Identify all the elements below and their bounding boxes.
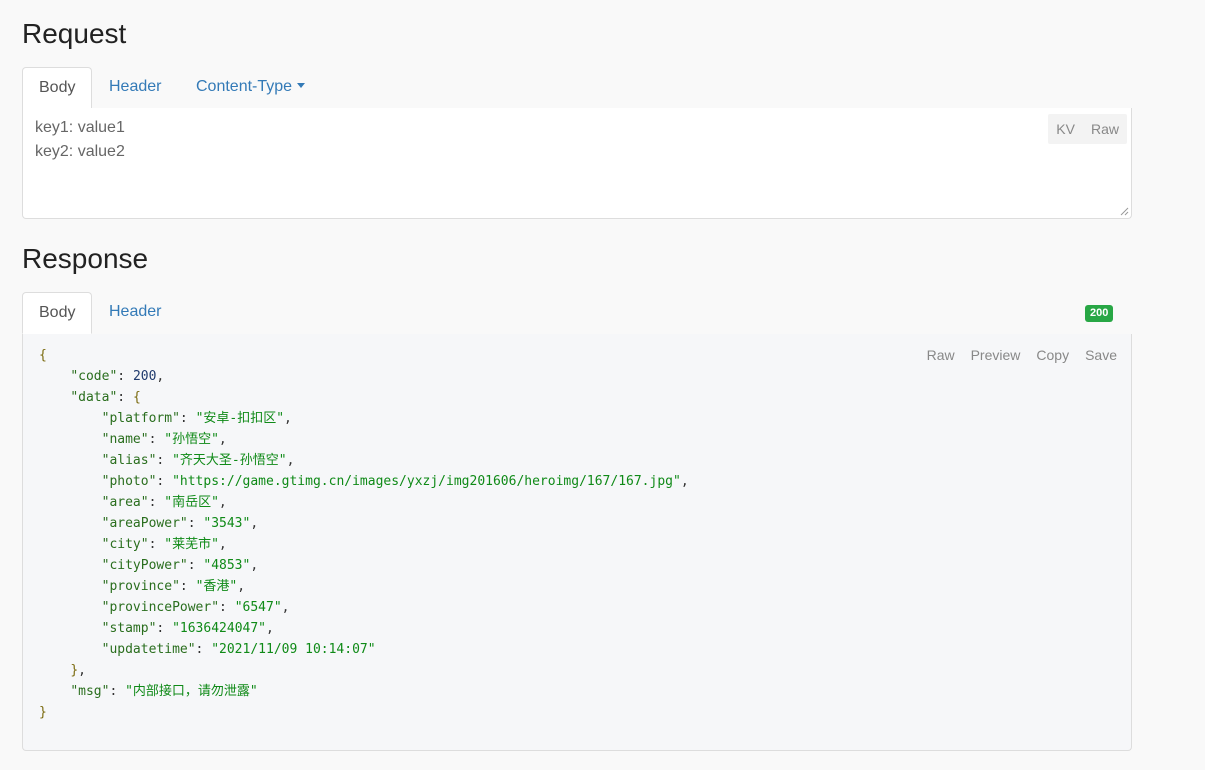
json-line: "provincePower": "6547", bbox=[101, 600, 290, 615]
json-line: { bbox=[39, 345, 689, 366]
json-string: "4853" bbox=[203, 558, 251, 573]
json-key: "name" bbox=[101, 432, 149, 447]
json-line: "data": { bbox=[70, 390, 141, 405]
raw-mode-button[interactable]: Raw bbox=[1083, 114, 1127, 144]
json-line: "alias": "齐天大圣-孙悟空", bbox=[101, 453, 295, 468]
tab-response-body[interactable]: Body bbox=[22, 292, 92, 334]
json-line: "msg": "内部接口，请勿泄露" bbox=[70, 684, 258, 699]
json-key: "photo" bbox=[101, 474, 157, 489]
json-line: "platform": "安卓-扣扣区", bbox=[101, 411, 292, 426]
raw-button[interactable]: Raw bbox=[919, 340, 963, 370]
json-string: "香港" bbox=[195, 579, 238, 594]
json-line: "updatetime": "2021/11/09 10:14:07" bbox=[101, 642, 376, 657]
request-body-editor[interactable]: key1: value1 key2: value2 KV Raw bbox=[22, 108, 1132, 219]
json-string: "孙悟空" bbox=[164, 432, 219, 447]
json-string: "南岳区" bbox=[164, 495, 219, 510]
json-string: "6547" bbox=[234, 600, 282, 615]
json-line: "photo": "https://game.gtimg.cn/images/y… bbox=[101, 474, 689, 489]
response-json: { "code": 200, "data": { "platform": "安卓… bbox=[39, 345, 689, 723]
json-key: "areaPower" bbox=[101, 516, 188, 531]
json-brace: { bbox=[132, 390, 141, 405]
json-string: "https://game.gtimg.cn/images/yxzj/img20… bbox=[172, 474, 681, 489]
tab-content-type[interactable]: Content-Type bbox=[180, 67, 321, 108]
caret-down-icon bbox=[297, 82, 306, 88]
request-mode-toggle: KV Raw bbox=[1048, 114, 1127, 144]
copy-button[interactable]: Copy bbox=[1028, 340, 1077, 370]
json-key: "platform" bbox=[101, 411, 180, 426]
json-key: "cityPower" bbox=[101, 558, 188, 573]
json-key: "msg" bbox=[70, 684, 110, 699]
json-key: "city" bbox=[101, 537, 149, 552]
status-badge: 200 bbox=[1085, 305, 1114, 322]
json-line: "name": "孙悟空", bbox=[101, 432, 227, 447]
save-button[interactable]: Save bbox=[1077, 340, 1125, 370]
tab-request-body[interactable]: Body bbox=[22, 67, 92, 109]
tab-response-header[interactable]: Header bbox=[93, 292, 177, 333]
json-string: "1636424047" bbox=[172, 621, 266, 636]
json-line: "stamp": "1636424047", bbox=[101, 621, 274, 636]
json-key: "area" bbox=[101, 495, 149, 510]
json-key: "alias" bbox=[101, 453, 157, 468]
json-key: "updatetime" bbox=[101, 642, 196, 657]
json-line: }, bbox=[70, 663, 86, 678]
response-tabs: Body Header bbox=[22, 292, 1132, 335]
content-type-label: Content-Type bbox=[196, 78, 293, 95]
kv-mode-button[interactable]: KV bbox=[1048, 114, 1083, 144]
json-line: "province": "香港", bbox=[101, 579, 246, 594]
json-line: "cityPower": "4853", bbox=[101, 558, 259, 573]
json-key: "code" bbox=[70, 369, 118, 384]
request-title: Request bbox=[22, 18, 127, 49]
response-actions: Raw Preview Copy Save bbox=[919, 340, 1125, 370]
request-body-text: key1: value1 key2: value2 bbox=[35, 116, 125, 164]
json-brace: } bbox=[70, 663, 79, 678]
tab-request-header[interactable]: Header bbox=[93, 67, 177, 108]
json-line: "areaPower": "3543", bbox=[101, 516, 259, 531]
resize-grip-icon[interactable] bbox=[1119, 206, 1129, 216]
json-line: "code": 200, bbox=[70, 369, 165, 384]
json-key: "data" bbox=[70, 390, 118, 405]
json-string: "内部接口，请勿泄露" bbox=[125, 684, 258, 699]
preview-button[interactable]: Preview bbox=[963, 340, 1029, 370]
json-brace: } bbox=[39, 705, 47, 720]
json-string: "齐天大圣-孙悟空" bbox=[172, 453, 287, 468]
json-string: "2021/11/09 10:14:07" bbox=[211, 642, 376, 657]
response-title: Response bbox=[22, 243, 149, 274]
request-line: key1: value1 bbox=[35, 119, 125, 136]
request-tabs: Body Header Content-Type bbox=[22, 67, 1132, 110]
json-key: "stamp" bbox=[101, 621, 157, 636]
request-line: key2: value2 bbox=[35, 143, 125, 160]
json-line: } bbox=[39, 702, 689, 723]
json-line: "city": "莱芜市", bbox=[101, 537, 227, 552]
json-number: 200 bbox=[132, 369, 157, 384]
json-string: "莱芜市" bbox=[164, 537, 219, 552]
json-brace: { bbox=[39, 348, 47, 363]
json-string: "安卓-扣扣区" bbox=[195, 411, 285, 426]
json-string: "3543" bbox=[203, 516, 251, 531]
json-key: "province" bbox=[101, 579, 180, 594]
response-body-viewer: Raw Preview Copy Save { "code": 200, "da… bbox=[22, 334, 1132, 751]
json-key: "provincePower" bbox=[101, 600, 220, 615]
json-line: "area": "南岳区", bbox=[101, 495, 227, 510]
